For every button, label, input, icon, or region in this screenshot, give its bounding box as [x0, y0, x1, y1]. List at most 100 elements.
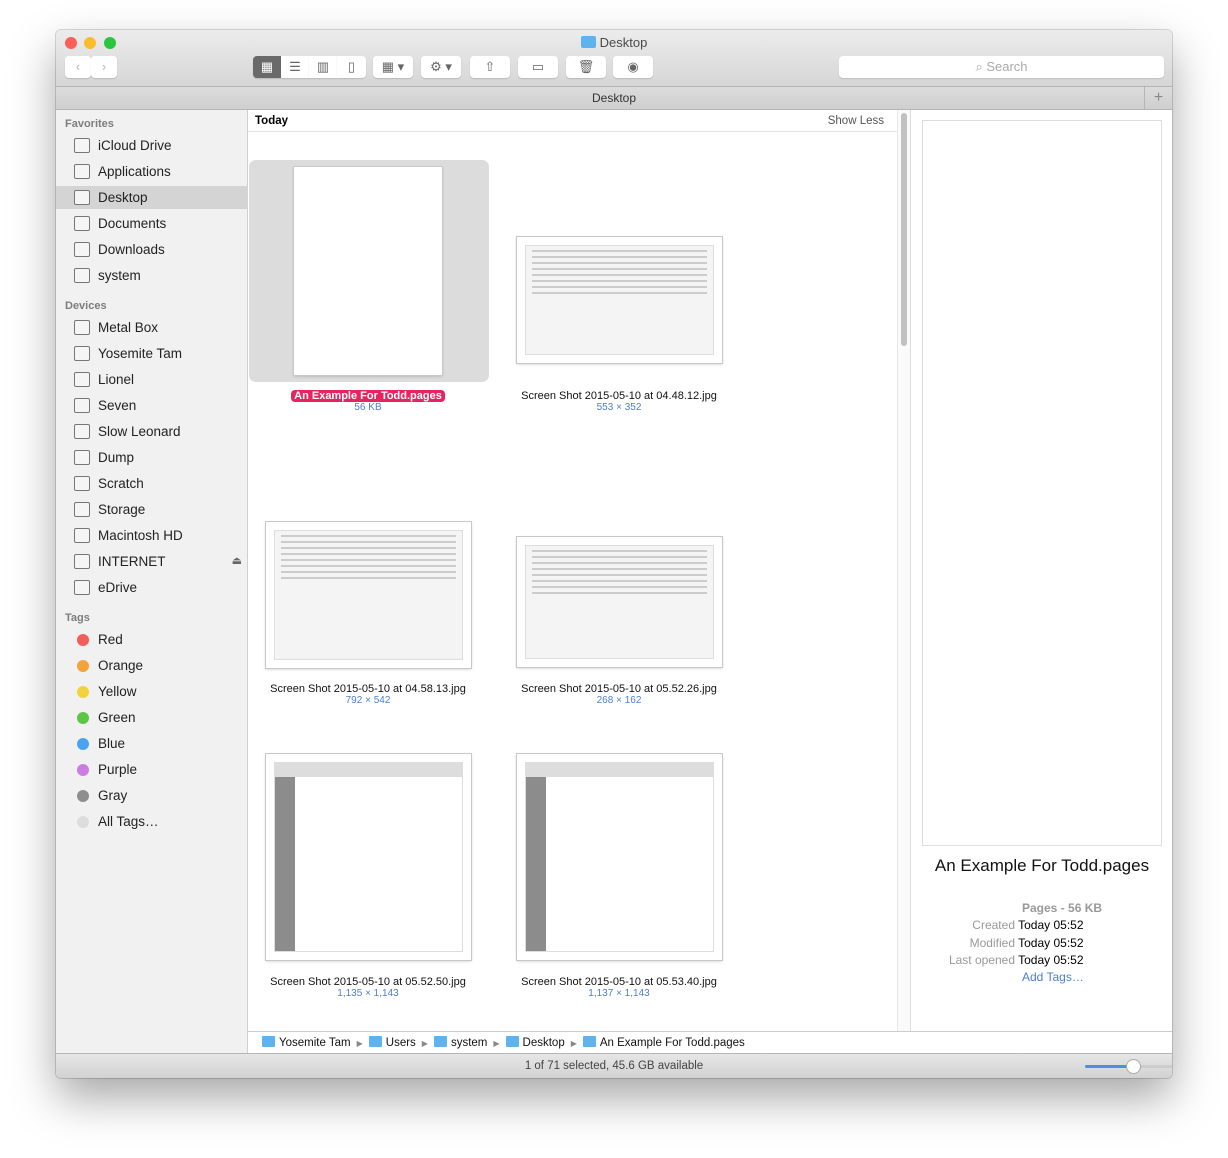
sidebar-item-label: Dump [98, 450, 135, 465]
sidebar-item-slow-leonard[interactable]: Slow Leonard [56, 420, 248, 443]
sidebar-item-storage[interactable]: Storage [56, 498, 248, 521]
quicklook-eye-button[interactable]: ◉ [613, 56, 653, 78]
disk-icon [74, 372, 90, 387]
file-info: 1,137 × 1,143 [588, 988, 650, 999]
opened-label: Last opened [948, 952, 1015, 967]
search-icon: ⌕ [975, 59, 983, 74]
file-name[interactable]: Screen Shot 2015-05-10 at 05.52.26.jpg [499, 683, 739, 695]
scrollbar[interactable] [897, 110, 910, 1031]
tag-color-icon [77, 712, 89, 724]
sidebar-item-internet[interactable]: INTERNET ⏏ [56, 550, 248, 573]
sidebar-item-label: Yosemite Tam [98, 346, 183, 361]
slider-knob[interactable] [1127, 1060, 1141, 1073]
breadcrumb-item[interactable]: Users [386, 1037, 416, 1049]
sidebar-item-blue[interactable]: Blue [56, 732, 248, 755]
add-tags-link[interactable]: Add Tags… [911, 969, 1172, 986]
action-gear-button[interactable]: ⚙ ▾ [421, 56, 461, 78]
forward-button[interactable]: › [91, 56, 117, 78]
sidebar-header: Favorites [65, 118, 114, 130]
sidebar-item-label: Blue [98, 736, 126, 751]
modified-value: Today 05:52 [1018, 935, 1084, 950]
file-info: 268 × 162 [596, 695, 642, 706]
breadcrumb-item[interactable]: Yosemite Tam [279, 1037, 351, 1049]
window-title: Desktop [599, 35, 648, 50]
sidebar-item-downloads[interactable]: Downloads [56, 238, 248, 261]
tag-color-icon [77, 686, 89, 698]
disk-icon [74, 450, 90, 465]
file-thumbnail [265, 754, 471, 960]
sidebar-item-all-tags-[interactable]: All Tags… [56, 810, 248, 833]
breadcrumb-item[interactable]: An Example For Todd.pages [600, 1037, 745, 1049]
sidebar-item-seven[interactable]: Seven [56, 394, 248, 417]
sidebar-item-label: Seven [98, 398, 137, 413]
sidebar-item-system[interactable]: system [56, 264, 248, 287]
arrange-button[interactable]: ▦ ▾ [373, 56, 413, 78]
file-name[interactable]: An Example For Todd.pages [248, 390, 488, 402]
file-info: 553 × 352 [596, 402, 642, 413]
tag-color-icon [77, 790, 89, 802]
sidebar-item-label: Scratch [98, 476, 144, 491]
trash-button[interactable]: 🗑 [566, 56, 606, 78]
sidebar-item-desktop[interactable]: Desktop [56, 186, 248, 209]
file-name[interactable]: Screen Shot 2015-05-10 at 05.53.40.jpg [499, 976, 739, 988]
sidebar-item-edrive[interactable]: eDrive [56, 576, 248, 599]
column-view-button[interactable]: ▥ [309, 56, 337, 78]
show-less-link[interactable]: Show Less [828, 110, 884, 132]
file-name-text: Screen Shot 2015-05-10 at 05.52.50.jpg [270, 976, 466, 988]
sidebar-item-label: Gray [98, 788, 128, 803]
sidebar-item-green[interactable]: Green [56, 706, 248, 729]
sidebar-header: Tags [65, 612, 90, 624]
tab-bar: Desktop + [56, 87, 1172, 110]
eject-icon[interactable]: ⏏ [232, 550, 242, 573]
file-name-text: Screen Shot 2015-05-10 at 04.48.12.jpg [521, 390, 717, 402]
breadcrumb: Yosemite Tam ▶ Users ▶ system ▶ Desktop ▶ An Exa… [248, 1031, 1172, 1053]
file-name[interactable]: Screen Shot 2015-05-10 at 04.58.13.jpg [248, 683, 488, 695]
tag-button[interactable]: ▭ [518, 56, 558, 78]
file-name[interactable]: Screen Shot 2015-05-10 at 05.52.50.jpg [248, 976, 488, 988]
sidebar-item-applications[interactable]: Applications [56, 160, 248, 183]
sidebar-item-orange[interactable]: Orange [56, 654, 248, 677]
breadcrumb-icon [505, 1036, 519, 1047]
scrollbar-thumb[interactable] [901, 113, 907, 346]
breadcrumb-item[interactable]: Desktop [523, 1037, 565, 1049]
breadcrumb-icon [262, 1036, 275, 1047]
sidebar-item-label: Applications [98, 164, 171, 179]
tag-color-icon [77, 738, 89, 750]
breadcrumb-item[interactable]: system [451, 1037, 487, 1049]
sidebar-item-macintosh-hd[interactable]: Macintosh HD [56, 524, 248, 547]
sidebar-item-dump[interactable]: Dump [56, 446, 248, 469]
sidebar-item-lionel[interactable]: Lionel [56, 368, 248, 391]
sidebar-item-yellow[interactable]: Yellow [56, 680, 248, 703]
sidebar-item-red[interactable]: Red [56, 628, 248, 651]
sidebar-item-scratch[interactable]: Scratch [56, 472, 248, 495]
icon-size-slider[interactable] [1085, 1060, 1172, 1073]
sidebar-item-label: iCloud Drive [98, 138, 172, 153]
disk-icon [74, 554, 90, 569]
coverflow-view-button[interactable]: ▯ [337, 56, 366, 78]
file-info: 792 × 542 [345, 695, 391, 706]
tag-color-icon [77, 660, 89, 672]
file-info: 1,135 × 1,143 [337, 988, 399, 999]
icon-view-button[interactable]: ▦ [253, 56, 281, 78]
file-thumbnail [516, 237, 722, 363]
folder-icon [74, 268, 90, 283]
new-tab-button[interactable]: + [1144, 87, 1172, 109]
preview-pane: An Example For Todd.pages Pages - 56 KB … [910, 110, 1172, 1031]
share-button[interactable]: ⇧ [470, 56, 510, 78]
sidebar-item-documents[interactable]: Documents [56, 212, 248, 235]
sidebar-item-gray[interactable]: Gray [56, 784, 248, 807]
sidebar-item-icloud-drive[interactable]: iCloud Drive [56, 134, 248, 157]
file-thumbnail [516, 537, 722, 667]
tab-desktop[interactable]: Desktop [592, 91, 636, 105]
tag-color-icon [77, 764, 89, 776]
folder-icon [74, 242, 90, 257]
file-name[interactable]: Screen Shot 2015-05-10 at 04.48.12.jpg [499, 390, 739, 402]
back-button[interactable]: ‹ [65, 56, 91, 78]
sidebar-item-purple[interactable]: Purple [56, 758, 248, 781]
sidebar-item-label: Metal Box [98, 320, 159, 335]
list-view-button[interactable]: ☰ [281, 56, 309, 78]
sidebar-item-label: All Tags… [98, 814, 159, 829]
sidebar-item-yosemite-tam[interactable]: Yosemite Tam [56, 342, 248, 365]
search-field[interactable]: ⌕ Search [839, 56, 1164, 78]
sidebar-item-metal-box[interactable]: Metal Box [56, 316, 248, 339]
